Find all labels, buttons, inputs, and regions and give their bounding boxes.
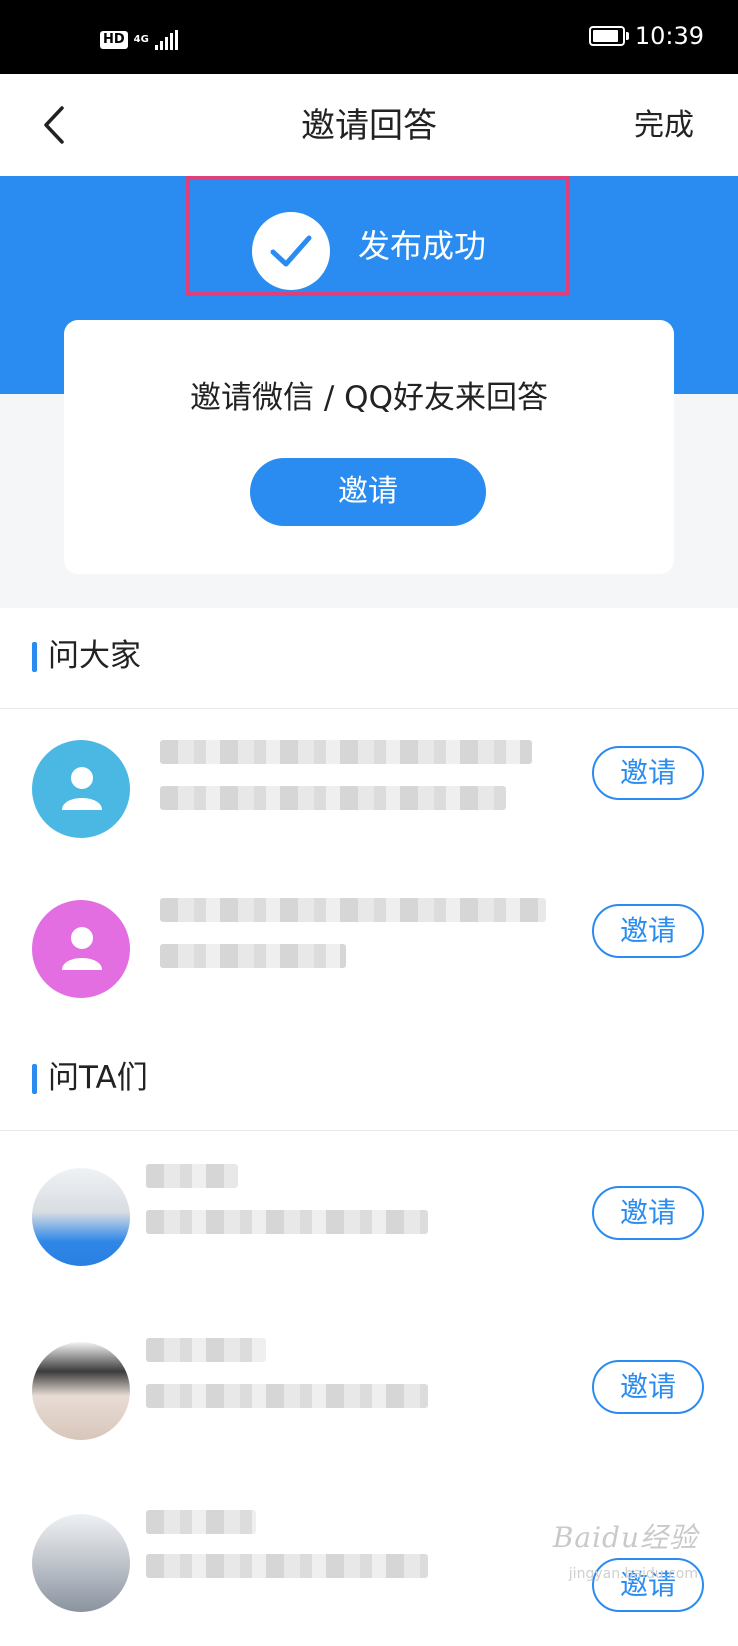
blurred-description [160, 944, 346, 968]
check-circle-icon [252, 212, 330, 290]
list-item: 邀请 [0, 882, 738, 1032]
avatar [32, 1342, 130, 1440]
signal-icon [154, 30, 178, 50]
hd-badge: HD [100, 31, 128, 49]
network-type: 4G [133, 34, 149, 45]
avatar [32, 1514, 130, 1612]
blurred-name [160, 740, 532, 764]
list-item: 邀请 [0, 1150, 738, 1300]
section-ask-all: 问大家 [0, 608, 738, 709]
blurred-description [160, 786, 506, 810]
section-title: 问TA们 [48, 1060, 148, 1096]
list-item: 邀请 [0, 1324, 738, 1474]
battery-icon [588, 26, 629, 46]
avatar [32, 740, 130, 838]
blurred-name [160, 898, 546, 922]
blurred-name [146, 1510, 256, 1534]
avatar [32, 1168, 130, 1266]
status-left: HD 4G [100, 30, 178, 50]
invite-button[interactable]: 邀请 [592, 746, 704, 800]
watermark: Baidu经验 [552, 1521, 698, 1554]
clock: 10:39 [634, 22, 704, 50]
invite-friends-card: 邀请微信 / QQ好友来回答 邀请 [64, 320, 674, 574]
blurred-name [146, 1338, 266, 1362]
success-message: 发布成功 [358, 227, 487, 265]
success-highlight-box: 发布成功 [186, 176, 570, 296]
blurred-description [146, 1554, 428, 1578]
list-item: 邀请 [0, 722, 738, 872]
invite-button[interactable]: 邀请 [592, 904, 704, 958]
avatar [32, 900, 130, 998]
section-accent-bar [32, 1064, 37, 1094]
status-right: 10:39 [588, 22, 704, 50]
invite-button[interactable]: 邀请 [592, 1360, 704, 1414]
page-title: 邀请回答 [301, 106, 437, 146]
section-accent-bar [32, 642, 37, 672]
invite-friends-button[interactable]: 邀请 [250, 458, 486, 526]
invite-friends-text: 邀请微信 / QQ好友来回答 [190, 380, 548, 416]
person-icon [62, 927, 102, 970]
invite-button[interactable]: 邀请 [592, 1186, 704, 1240]
section-title: 问大家 [48, 638, 141, 674]
blurred-name [146, 1164, 238, 1188]
nav-bar: 邀请回答 完成 [0, 74, 738, 176]
status-bar: HD 4G 10:39 [0, 0, 738, 74]
section-ask-them: 问TA们 [0, 1030, 738, 1131]
watermark-url: jingyan.baidu.com [568, 1566, 698, 1582]
done-button[interactable]: 完成 [634, 106, 694, 146]
blurred-description [146, 1384, 428, 1408]
person-icon [62, 767, 102, 810]
blurred-description [146, 1210, 428, 1234]
